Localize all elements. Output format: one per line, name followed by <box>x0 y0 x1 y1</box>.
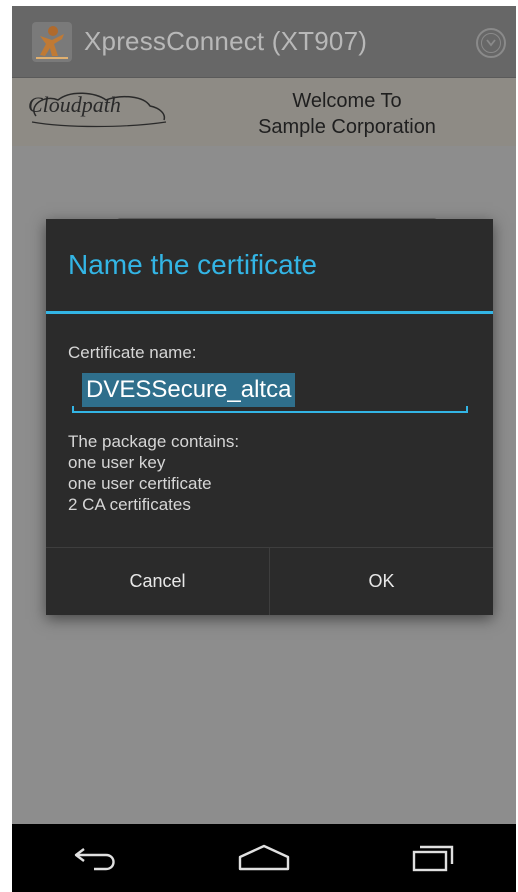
device-screen: XpressConnect (XT907) Cloudpath Welcome … <box>12 6 516 892</box>
certificate-name-label: Certificate name: <box>68 343 197 362</box>
welcome-line-1: Welcome To <box>292 90 402 112</box>
cloudpath-logo-text: Cloudpath <box>28 92 121 117</box>
ok-button[interactable]: OK <box>269 548 493 615</box>
recent-apps-icon <box>412 845 454 872</box>
welcome-text: Welcome To Sample Corporation <box>242 88 452 140</box>
home-button[interactable] <box>234 838 294 878</box>
back-icon <box>74 848 115 871</box>
app-title: XpressConnect (XT907) <box>84 26 368 56</box>
overflow-menu-icon[interactable] <box>476 28 506 58</box>
system-nav-bar <box>12 824 516 892</box>
xpressconnect-app-icon[interactable] <box>32 22 72 62</box>
name-certificate-dialog: Name the certificate Certificate name: D… <box>46 219 493 615</box>
dialog-title: Name the certificate <box>68 249 317 280</box>
dialog-title-divider <box>46 311 493 314</box>
package-heading: The package contains: <box>68 432 240 451</box>
package-contents: The package contains: one user key one u… <box>68 431 239 515</box>
package-item: one user key <box>68 453 166 472</box>
certificate-name-value[interactable]: DVESSecure_altca <box>82 373 296 407</box>
home-icon <box>238 844 290 871</box>
cancel-button[interactable]: Cancel <box>46 548 269 615</box>
input-underline <box>72 411 468 413</box>
input-underline-left-tick <box>72 406 74 413</box>
dialog-button-bar: Cancel OK <box>46 547 493 615</box>
action-bar: XpressConnect (XT907) <box>12 6 516 78</box>
back-button[interactable] <box>66 838 126 878</box>
recent-apps-button[interactable] <box>402 838 462 878</box>
welcome-line-2: Sample Corporation <box>258 116 436 138</box>
input-underline-right-tick <box>466 406 468 413</box>
welcome-banner: Cloudpath Welcome To Sample Corporation <box>12 78 516 146</box>
package-item: 2 CA certificates <box>68 495 191 514</box>
package-item: one user certificate <box>68 474 212 493</box>
certificate-name-input[interactable]: DVESSecure_altca <box>72 371 468 415</box>
